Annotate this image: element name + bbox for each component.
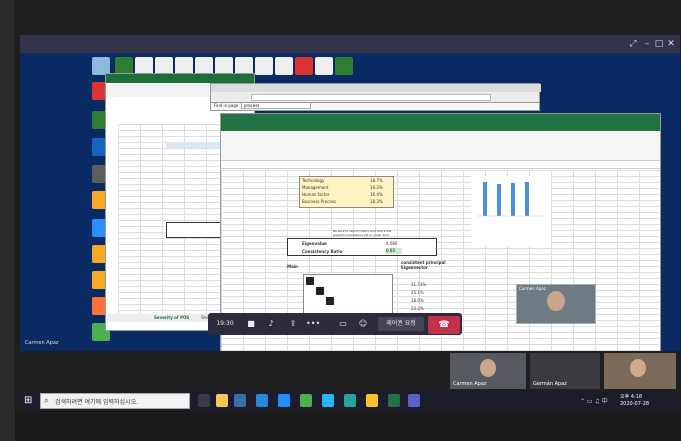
bar-chart[interactable] xyxy=(471,176,551,246)
criteria-label: Technology xyxy=(302,178,325,183)
teams-title-bar: ⤢ – □ ✕ xyxy=(20,35,680,53)
bottom-bar xyxy=(15,411,681,441)
presenter-video[interactable]: Carmen Apaz xyxy=(516,284,596,324)
address-bar[interactable] xyxy=(251,94,491,101)
find-label: Find in page xyxy=(214,103,239,108)
criteria-label: Business Process xyxy=(302,199,337,204)
excel-main-title xyxy=(221,114,660,123)
criteria-label: Human factor xyxy=(302,192,330,197)
criteria-label: Management xyxy=(302,185,329,190)
chart-bar xyxy=(483,182,487,216)
left-edge xyxy=(0,0,15,441)
task-view-icon[interactable] xyxy=(198,394,210,407)
excel-window-title xyxy=(106,74,254,83)
presenter-name: Carmen Apaz xyxy=(519,286,546,291)
app-icon[interactable] xyxy=(366,394,378,407)
eigen-label: Eigenvalue xyxy=(302,241,327,246)
desktop-file-icon[interactable] xyxy=(315,57,333,75)
more-options-icon[interactable]: ••• xyxy=(306,317,320,331)
search-icon: ⌕ xyxy=(44,396,49,405)
cr-label: Consistency Ratio xyxy=(302,249,343,254)
participant-name: Germán Apaz xyxy=(533,381,567,387)
cr-value: 0.03 xyxy=(386,248,402,254)
participant-name: Carmen Apaz xyxy=(453,381,487,387)
matrix-title: Main xyxy=(287,264,298,269)
pairwise-matrix xyxy=(303,274,393,314)
participant-video[interactable]: Germán Apaz xyxy=(530,353,600,389)
eigenvector-value: 18.0% xyxy=(411,298,424,303)
desktop-file-icon[interactable] xyxy=(255,57,273,75)
minimize-icon[interactable]: – xyxy=(642,39,652,49)
bar-chart-svg xyxy=(477,182,545,217)
participant-video[interactable]: Carmen Apaz xyxy=(450,353,526,389)
eigen-value: 4.080 xyxy=(386,241,398,246)
share-screen-icon[interactable]: ⇪ xyxy=(286,317,300,331)
excel-taskbar-icon[interactable] xyxy=(388,394,400,407)
criteria-table: Technology Management Human factor Busin… xyxy=(299,176,394,208)
app-icon[interactable] xyxy=(344,394,356,407)
close-icon[interactable]: ✕ xyxy=(666,39,676,49)
remote-desktop: Severity of POS Sheet2 Find in page proc… xyxy=(20,53,680,363)
chat-icon[interactable]: ▭ xyxy=(336,317,350,331)
browser-window[interactable] xyxy=(210,83,541,103)
meeting-window: ⤢ – □ ✕ Severity of POS Find in page pro… xyxy=(0,0,681,441)
chart-bar xyxy=(497,184,501,216)
desktop-file-icon[interactable] xyxy=(335,57,353,75)
matrix-diagonal xyxy=(316,287,324,295)
chart-bar xyxy=(525,182,529,216)
store-icon[interactable] xyxy=(234,394,246,407)
criteria-percent: 16.4% xyxy=(370,192,383,197)
desktop-file-icon[interactable] xyxy=(295,57,313,75)
app-icon[interactable] xyxy=(278,394,290,407)
matrix-diagonal xyxy=(306,277,314,285)
edge-icon[interactable] xyxy=(256,394,268,407)
taskbar-search[interactable]: ⌕ 검색하려면 여기에 입력하십시오. xyxy=(40,393,190,409)
ribbon-toolbar[interactable] xyxy=(221,131,660,161)
participant-face xyxy=(480,359,496,377)
criteria-percent: 19.2% xyxy=(370,185,383,190)
teams-taskbar-icon[interactable] xyxy=(408,394,420,407)
hangup-button[interactable]: ☎ xyxy=(428,316,460,334)
call-timer: 19:30 xyxy=(216,320,234,327)
ribbon-tabs xyxy=(221,123,660,131)
clock-date[interactable]: 2020-07-28 xyxy=(620,401,649,407)
microphone-icon[interactable]: ♪ xyxy=(264,317,278,331)
edge-icon[interactable] xyxy=(322,394,334,407)
presenter-caption: Carmen Apaz xyxy=(25,340,59,346)
criteria-percent: 18.7% xyxy=(370,178,383,183)
eigen-box: Eigenvalue 4.080 Consistency Ratio 0.03 xyxy=(287,238,437,256)
participant-face xyxy=(630,359,646,377)
camera-icon[interactable]: ■ xyxy=(244,317,258,331)
presenter-face xyxy=(547,291,565,311)
participants-icon[interactable]: ☺ xyxy=(356,317,370,331)
chrome-icon[interactable] xyxy=(300,394,312,407)
desktop-file-icon[interactable] xyxy=(275,57,293,75)
matrix-diagonal xyxy=(326,297,334,305)
eigenvector-value: 21.73% xyxy=(411,282,427,287)
maximize-icon[interactable]: □ xyxy=(654,39,664,49)
formula-bar[interactable] xyxy=(221,161,660,169)
eigenvector-value: 25.1% xyxy=(411,290,424,295)
note-text: Be sure to report matrix and check the w… xyxy=(333,229,392,237)
sheet-tab[interactable]: Severity of POS xyxy=(154,315,189,320)
eigenvector-title: consistent principal Eigenvector xyxy=(401,260,446,270)
request-control-button[interactable]: 제어권 요청 xyxy=(378,317,424,331)
clock-time[interactable]: 오후 4:18 xyxy=(620,393,642,400)
file-explorer-icon[interactable] xyxy=(216,394,228,407)
criteria-percent: 18.3% xyxy=(370,199,383,204)
eigenvector-value: 23.2% xyxy=(411,306,424,311)
popout-icon[interactable]: ⤢ xyxy=(628,39,638,49)
chart-bar xyxy=(511,183,515,216)
tray-icons[interactable]: ⌃ ▭ ♫ 中 xyxy=(580,396,608,405)
search-placeholder: 검색하려면 여기에 입력하십시오. xyxy=(55,399,139,406)
windows-start-icon[interactable]: ⊞ xyxy=(24,395,36,407)
call-controls: 19:30 ■ ♪ ⇪ ••• ▭ ☺ 제어권 요청 xyxy=(208,313,462,335)
browser-tab-strip xyxy=(211,84,541,92)
find-input[interactable]: process xyxy=(241,102,311,109)
participant-video[interactable] xyxy=(604,353,676,389)
